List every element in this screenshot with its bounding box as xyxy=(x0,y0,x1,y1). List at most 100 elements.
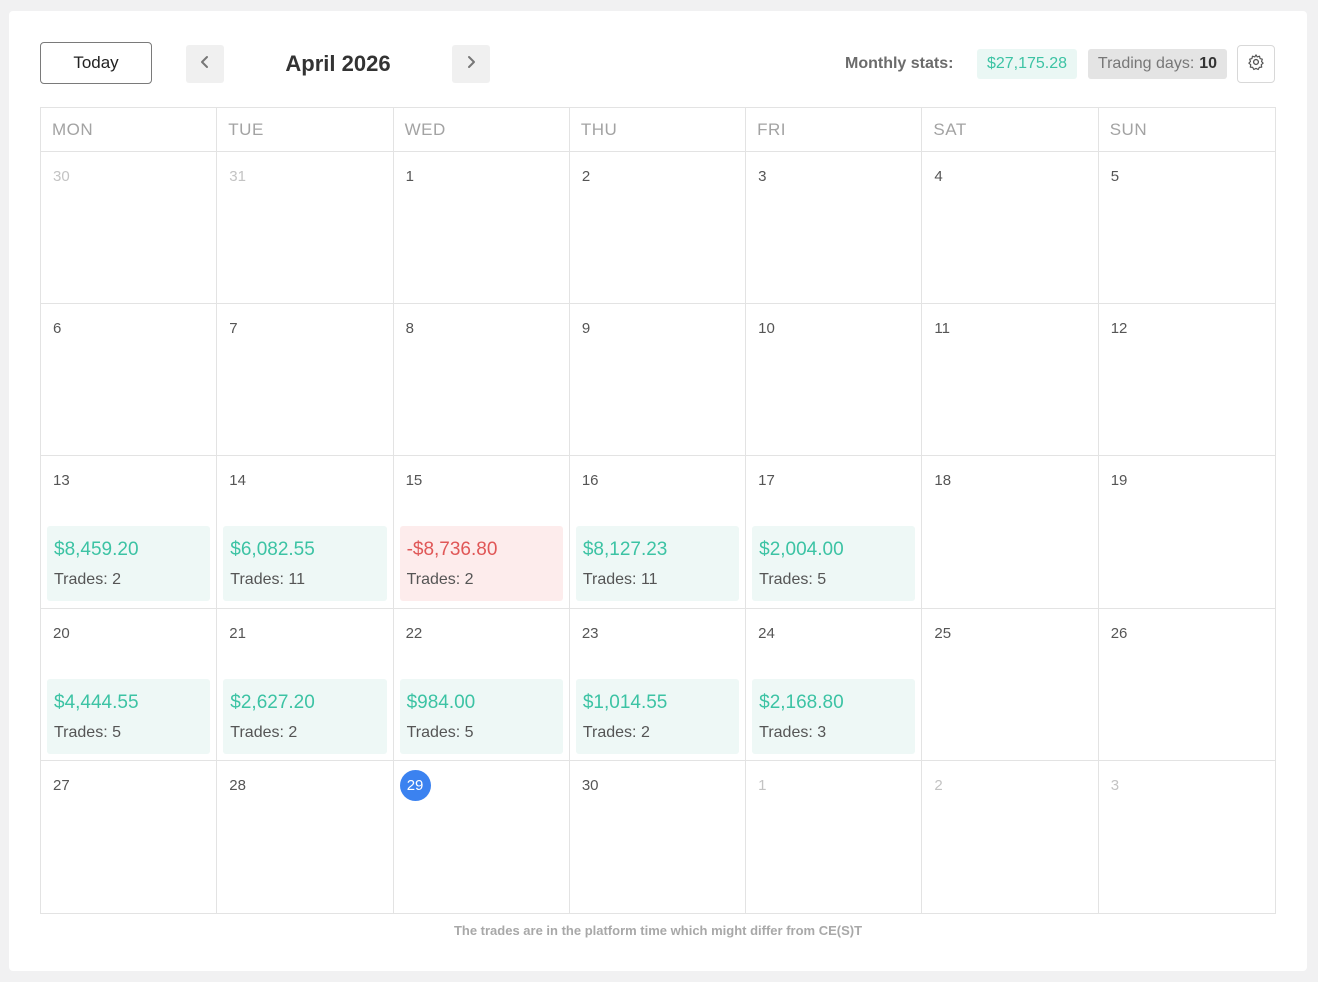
calendar-day-cell[interactable]: 31 xyxy=(217,152,394,305)
calendar-day-cell[interactable]: 12 xyxy=(1098,304,1275,457)
day-number: 9 xyxy=(581,320,591,338)
calendar-day-cell[interactable]: 21 $2,627.20 Trades: 2 xyxy=(217,608,394,761)
daily-pnl-amount: $1,014.55 xyxy=(582,691,668,713)
daily-trade-count: Trades: 2 xyxy=(230,723,298,741)
calendar-day-cell[interactable]: 4 xyxy=(922,152,1099,305)
daily-profit-summary[interactable]: $8,459.20 Trades: 2 xyxy=(47,526,211,602)
day-number: 11 xyxy=(934,320,950,338)
weekday-header: FRI xyxy=(746,108,923,151)
calendar-day-cell[interactable]: 3 xyxy=(746,152,923,305)
day-number: 12 xyxy=(1110,320,1128,338)
daily-profit-summary[interactable]: $984.00 Trades: 5 xyxy=(399,678,563,754)
day-number: 30 xyxy=(581,776,599,794)
day-number: 15 xyxy=(405,472,423,490)
today-button[interactable]: Today xyxy=(40,42,152,84)
day-number: 2 xyxy=(934,776,943,794)
daily-profit-summary[interactable]: $6,082.55 Trades: 11 xyxy=(223,526,387,602)
calendar-day-cell[interactable]: 9 xyxy=(569,304,747,457)
calendar-day-cell[interactable]: 5 xyxy=(1098,152,1275,305)
daily-profit-summary[interactable]: $2,004.00 Trades: 5 xyxy=(752,526,916,602)
day-number: 19 xyxy=(1110,472,1128,490)
calendar-day-cell[interactable]: 15 -$8,736.80 Trades: 2 xyxy=(393,456,570,609)
day-number: 30 xyxy=(53,168,70,185)
calendar-day-cell[interactable]: 7 xyxy=(217,304,394,457)
daily-profit-summary[interactable]: $2,168.80 Trades: 3 xyxy=(752,678,916,754)
daily-trade-count: Trades: 2 xyxy=(406,571,474,589)
monthly-stats-value: $27,175.28 xyxy=(977,49,1077,79)
daily-profit-summary[interactable]: $2,627.20 Trades: 2 xyxy=(223,678,387,754)
gear-icon xyxy=(1247,53,1265,76)
day-number: 18 xyxy=(934,472,952,490)
day-number: 26 xyxy=(1110,624,1128,642)
daily-profit-summary[interactable]: $1,014.55 Trades: 2 xyxy=(575,678,740,754)
weekday-header: SUN xyxy=(1109,119,1148,139)
calendar-day-cell[interactable]: 26 xyxy=(1098,609,1275,761)
calendar-day-cell[interactable]: 13 $8,459.20 Trades: 2 xyxy=(41,456,218,609)
calendar-day-cell[interactable]: 1 xyxy=(393,152,570,305)
day-number: 3 xyxy=(1110,776,1120,794)
daily-pnl-amount: -$8,736.80 xyxy=(406,539,498,561)
daily-pnl-amount: $2,627.20 xyxy=(230,691,315,713)
trading-days-badge: Trading days: 10 xyxy=(1088,49,1227,79)
calendar-day-cell[interactable]: 2 xyxy=(922,760,1099,913)
calendar-day-cell[interactable]: 6 xyxy=(41,304,218,457)
daily-trade-count: Trades: 11 xyxy=(582,571,658,589)
daily-profit-summary[interactable]: $4,444.55 Trades: 5 xyxy=(47,678,211,754)
calendar-day-cell[interactable]: 23 $1,014.55 Trades: 2 xyxy=(569,608,747,761)
calendar-day-cell[interactable]: 11 xyxy=(922,304,1099,457)
calendar-day-cell[interactable]: 30 xyxy=(41,152,218,305)
day-number: 6 xyxy=(53,320,62,338)
calendar-day-cell[interactable]: 29 xyxy=(394,760,570,913)
day-number: 10 xyxy=(758,320,775,338)
calendar-day-cell[interactable]: 28 xyxy=(217,760,394,913)
day-number: 20 xyxy=(53,624,70,642)
day-number: 1 xyxy=(758,776,767,794)
day-number: 17 xyxy=(758,472,775,490)
daily-pnl-amount: $8,127.23 xyxy=(582,539,668,561)
calendar-day-cell[interactable]: 16 $8,127.23 Trades: 11 xyxy=(569,456,747,609)
current-day-number: 29 xyxy=(399,769,431,801)
calendar-day-cell[interactable]: 25 xyxy=(922,608,1099,761)
weekday-header: THU xyxy=(570,108,747,151)
calendar-day-cell[interactable]: 24 $2,168.80 Trades: 3 xyxy=(746,608,923,761)
calendar-day-cell[interactable]: 1 xyxy=(746,760,923,913)
day-number: 4 xyxy=(934,168,943,185)
calendar-day-cell[interactable]: 30 xyxy=(570,760,747,913)
calendar-day-cell[interactable]: 3 xyxy=(1099,761,1275,913)
trading-days-label: Trading days: xyxy=(1097,55,1195,72)
day-number: 13 xyxy=(53,472,70,490)
chevron-right-icon xyxy=(464,55,478,74)
calendar-day-cell[interactable]: 8 xyxy=(393,304,570,457)
timezone-footnote: The trades are in the platform time whic… xyxy=(453,923,863,938)
calendar-day-cell[interactable]: 14 $6,082.55 Trades: 11 xyxy=(217,456,394,609)
weekday-header: MON xyxy=(41,108,218,151)
calendar-day-cell[interactable]: 10 xyxy=(746,304,923,457)
calendar-day-cell[interactable]: 22 $984.00 Trades: 5 xyxy=(393,608,570,761)
calendar-day-cell[interactable]: 2 xyxy=(569,152,747,305)
monthly-stats-label: Monthly stats: xyxy=(845,55,954,72)
daily-pnl-amount: $8,459.20 xyxy=(54,539,139,561)
daily-loss-summary[interactable]: -$8,736.80 Trades: 2 xyxy=(399,526,563,602)
settings-button[interactable] xyxy=(1237,45,1275,83)
calendar-day-cell[interactable]: 19 xyxy=(1098,456,1275,609)
daily-trade-count: Trades: 5 xyxy=(759,571,827,589)
previous-month-button[interactable] xyxy=(186,45,224,83)
day-number: 3 xyxy=(758,168,767,185)
daily-trade-count: Trades: 5 xyxy=(406,723,474,741)
calendar-day-cell[interactable]: 17 $2,004.00 Trades: 5 xyxy=(746,456,923,609)
day-number: 22 xyxy=(405,624,423,642)
daily-pnl-amount: $984.00 xyxy=(406,691,476,713)
daily-pnl-amount: $2,004.00 xyxy=(759,539,844,561)
day-number: 28 xyxy=(229,776,246,794)
calendar-day-cell[interactable]: 27 xyxy=(41,760,218,913)
day-number: 1 xyxy=(405,168,414,185)
daily-profit-summary[interactable]: $8,127.23 Trades: 11 xyxy=(575,526,740,602)
calendar-day-cell[interactable]: 20 $4,444.55 Trades: 5 xyxy=(41,608,218,761)
day-number: 5 xyxy=(1110,168,1120,185)
day-number: 24 xyxy=(758,624,775,642)
next-month-button[interactable] xyxy=(452,45,490,83)
calendar-weeks: 30 31 1 2 3 4 5 6 7 8 9 10 11 12 13 $8,459.20 Trades: 21… xyxy=(41,152,1275,913)
calendar-day-cell[interactable]: 18 xyxy=(922,456,1099,609)
day-number: 27 xyxy=(53,776,70,794)
weekday-header: TUE xyxy=(217,108,394,151)
